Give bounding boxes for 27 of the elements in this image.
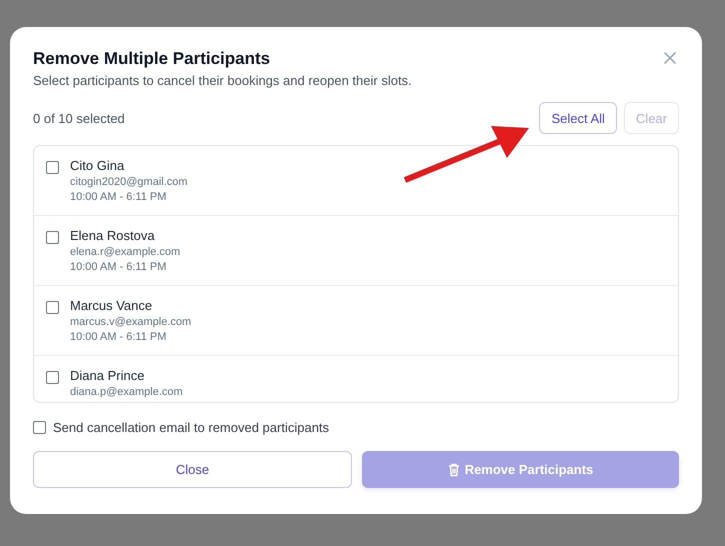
participant-email: elena.r@example.com [70, 246, 180, 258]
time-range: 10:00 AM - 6:11 PM [70, 191, 168, 203]
close-button[interactable]: Close [33, 451, 352, 488]
send-email-label: Send cancellation email to removed participants [53, 420, 330, 435]
participant-email: citogin2020@gmail.com [70, 176, 188, 188]
trash-icon [448, 462, 460, 476]
participant-name: Marcus Vance [70, 298, 154, 313]
checkbox[interactable] [46, 231, 59, 244]
close-icon [663, 51, 677, 65]
participant-row[interactable]: Elena Rostova elena.r@example.com 10:00 AM - 6:11 PM [34, 216, 678, 286]
checkbox[interactable] [46, 371, 59, 384]
time-range: 10:00 AM - 6:11 PM [70, 261, 168, 273]
dialog-subtitle: Select participants to cancel their bookings and reopen their slots. [33, 73, 412, 88]
participant-name: Elena Rostova [70, 228, 156, 243]
participant-email: diana.p@example.com [70, 386, 183, 398]
selection-count: 0 of 10 selected [33, 110, 125, 126]
dialog-title: Remove Multiple Participants [33, 49, 272, 69]
participant-name: Diana Prince [70, 368, 146, 383]
checkbox[interactable] [46, 301, 59, 314]
participant-row[interactable]: Marcus Vance marcus.v@example.com 10:00 AM - 6:11 PM [34, 286, 678, 356]
close-button[interactable] [663, 51, 677, 65]
checkbox[interactable] [46, 161, 59, 174]
participant-email: marcus.v@example.com [70, 316, 192, 328]
select-all-button[interactable]: Select All [539, 102, 617, 134]
checkbox[interactable] [33, 421, 46, 434]
time-range: 10:00 AM - 6:11 PM [70, 331, 168, 343]
participant-name: Cito Gina [70, 158, 126, 173]
